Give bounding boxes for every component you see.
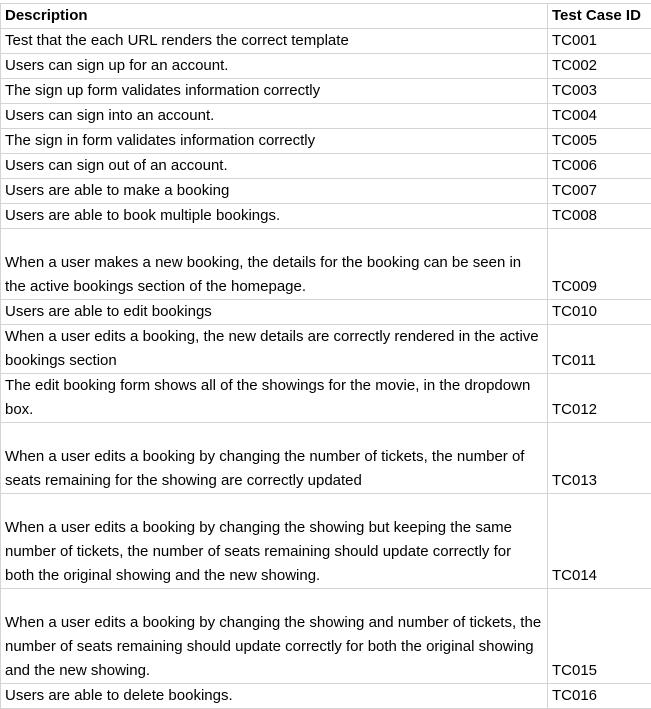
- description-cell[interactable]: Users can sign into an account.: [1, 104, 548, 129]
- test-case-id-cell[interactable]: TC010: [548, 300, 651, 325]
- test-case-id-cell[interactable]: TC006: [548, 154, 651, 179]
- table-row: Users are able to book multiple bookings…: [1, 204, 651, 229]
- table-row: The sign in form validates information c…: [1, 129, 651, 154]
- table-row: When a user edits a booking by changing …: [1, 589, 651, 684]
- test-case-id-cell[interactable]: TC009: [548, 229, 651, 300]
- test-case-id-cell[interactable]: TC016: [548, 684, 651, 709]
- table-row: The edit booking form shows all of the s…: [1, 374, 651, 423]
- description-cell[interactable]: Users can sign up for an account.: [1, 54, 548, 79]
- header-row: Description Test Case ID: [1, 4, 651, 29]
- table-row: Users are able to edit bookings TC010: [1, 300, 651, 325]
- test-case-id-cell[interactable]: TC012: [548, 374, 651, 423]
- table-row: When a user edits a booking, the new det…: [1, 325, 651, 374]
- description-cell[interactable]: Test that the each URL renders the corre…: [1, 29, 548, 54]
- test-case-id-cell[interactable]: TC001: [548, 29, 651, 54]
- description-cell[interactable]: Users are able to delete bookings.: [1, 684, 548, 709]
- description-header[interactable]: Description: [1, 4, 548, 29]
- description-cell[interactable]: When a user edits a booking, the new det…: [1, 325, 548, 374]
- table-row: Users can sign out of an account. TC006: [1, 154, 651, 179]
- test-case-id-header[interactable]: Test Case ID: [548, 4, 651, 29]
- test-case-id-cell[interactable]: TC003: [548, 79, 651, 104]
- table-row: When a user makes a new booking, the det…: [1, 229, 651, 300]
- table-row: Users can sign into an account. TC004: [1, 104, 651, 129]
- description-cell[interactable]: When a user edits a booking by changing …: [1, 494, 548, 589]
- description-cell[interactable]: The edit booking form shows all of the s…: [1, 374, 548, 423]
- description-cell[interactable]: The sign in form validates information c…: [1, 129, 548, 154]
- description-cell[interactable]: Users are able to book multiple bookings…: [1, 204, 548, 229]
- table-row: Users are able to make a booking TC007: [1, 179, 651, 204]
- description-cell[interactable]: Users can sign out of an account.: [1, 154, 548, 179]
- test-case-id-cell[interactable]: TC004: [548, 104, 651, 129]
- description-cell[interactable]: Users are able to make a booking: [1, 179, 548, 204]
- test-case-id-cell[interactable]: TC002: [548, 54, 651, 79]
- test-case-id-cell[interactable]: TC015: [548, 589, 651, 684]
- table-row: Test that the each URL renders the corre…: [1, 29, 651, 54]
- test-case-id-cell[interactable]: TC014: [548, 494, 651, 589]
- test-case-id-cell[interactable]: TC013: [548, 423, 651, 494]
- table-row: The sign up form validates information c…: [1, 79, 651, 104]
- description-cell[interactable]: When a user edits a booking by changing …: [1, 589, 548, 684]
- description-cell[interactable]: When a user edits a booking by changing …: [1, 423, 548, 494]
- table-row: Users can sign up for an account. TC002: [1, 54, 651, 79]
- table-row: Users are able to delete bookings. TC016: [1, 684, 651, 709]
- description-cell[interactable]: The sign up form validates information c…: [1, 79, 548, 104]
- test-case-id-cell[interactable]: TC007: [548, 179, 651, 204]
- test-case-id-cell[interactable]: TC011: [548, 325, 651, 374]
- description-cell[interactable]: When a user makes a new booking, the det…: [1, 229, 548, 300]
- test-case-id-cell[interactable]: TC005: [548, 129, 651, 154]
- table-row: When a user edits a booking by changing …: [1, 494, 651, 589]
- test-case-table: Description Test Case ID Test that the e…: [0, 3, 651, 709]
- test-case-id-cell[interactable]: TC008: [548, 204, 651, 229]
- description-cell[interactable]: Users are able to edit bookings: [1, 300, 548, 325]
- table-row: When a user edits a booking by changing …: [1, 423, 651, 494]
